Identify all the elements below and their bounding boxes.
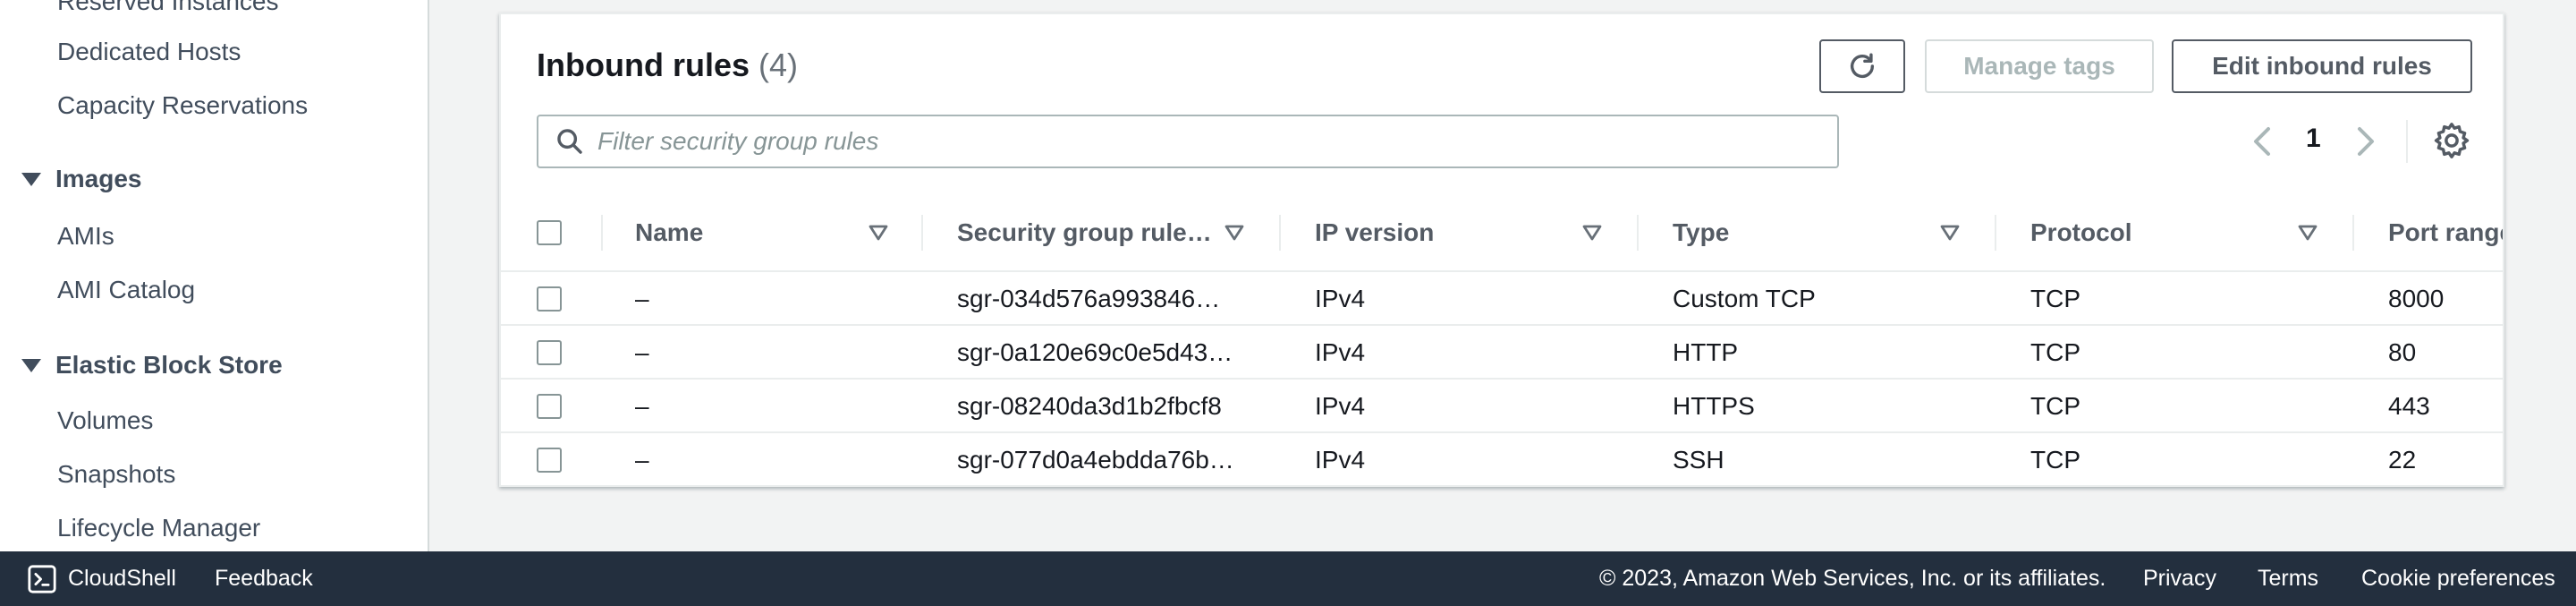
edit-inbound-rules-button[interactable]: Edit inbound rules	[2172, 39, 2472, 93]
gear-icon[interactable]	[2431, 120, 2472, 161]
sidebar-item-capacity-reservations[interactable]: Capacity Reservations	[57, 91, 308, 120]
column-header-type[interactable]: Type	[1673, 193, 1729, 272]
cell-protocol: TCP	[2030, 338, 2080, 366]
cell-protocol: TCP	[2030, 285, 2080, 312]
table-header: Name Security group rule… IP version Typ…	[501, 193, 2503, 272]
cell-ip-version: IPv4	[1315, 446, 1366, 474]
cell-rule-id[interactable]: sgr-034d576a993846…	[957, 272, 1220, 326]
filter-search-field[interactable]: Filter security group rules	[537, 115, 1839, 168]
console-footer: CloudShell Feedback © 2023, Amazon Web S…	[0, 551, 2576, 606]
sort-caret-icon[interactable]	[1939, 222, 1961, 243]
search-icon	[557, 129, 582, 154]
cell-type: SSH	[1673, 446, 1724, 474]
rules-count: (4)	[758, 47, 799, 83]
cell-type: HTTPS	[1673, 392, 1755, 420]
cell-ip-version: IPv4	[1315, 285, 1366, 312]
sidebar-item-lifecycle-manager[interactable]: Lifecycle Manager	[57, 514, 260, 542]
cell-port-range: 443	[2388, 392, 2430, 420]
cell-protocol: TCP	[2030, 446, 2080, 474]
table-row[interactable]: – sgr-077d0a4ebdda76b… IPv4 SSH TCP 22	[501, 433, 2503, 485]
cloudshell-label: CloudShell	[68, 566, 176, 591]
sidebar-section-label: Images	[55, 165, 142, 192]
terms-link[interactable]: Terms	[2258, 551, 2318, 606]
column-header-port-range[interactable]: Port range	[2388, 193, 2503, 272]
cell-ip-version: IPv4	[1315, 392, 1366, 420]
terminal-icon	[28, 564, 56, 593]
sidebar-item-snapshots[interactable]: Snapshots	[57, 460, 175, 489]
select-all-checkbox[interactable]	[537, 220, 562, 245]
sidebar-item-volumes[interactable]: Volumes	[57, 406, 153, 435]
column-divider	[601, 215, 603, 251]
manage-tags-button[interactable]: Manage tags	[1925, 39, 2154, 93]
cell-port-range: 80	[2388, 338, 2417, 366]
column-divider	[1995, 215, 1996, 251]
sidebar-section-images[interactable]: Images	[21, 165, 142, 193]
column-header-security-group-rule[interactable]: Security group rule…	[957, 193, 1212, 272]
cell-rule-id[interactable]: sgr-077d0a4ebdda76b…	[957, 433, 1234, 485]
refresh-button[interactable]	[1819, 39, 1905, 93]
column-header-protocol[interactable]: Protocol	[2030, 193, 2132, 272]
column-divider	[1637, 215, 1639, 251]
sidebar-item-reserved-instances[interactable]: Reserved Instances	[57, 0, 278, 16]
current-page-number[interactable]: 1	[2306, 124, 2321, 154]
panel-title-text: Inbound rules	[537, 47, 750, 83]
column-divider	[921, 215, 923, 251]
column-divider	[1279, 215, 1281, 251]
row-checkbox[interactable]	[537, 394, 562, 419]
chevron-right-icon[interactable]	[2351, 125, 2379, 158]
cell-name: –	[635, 446, 649, 474]
cell-port-range: 22	[2388, 446, 2417, 474]
sidebar-section-label: Elastic Block Store	[55, 351, 283, 379]
sidebar-item-amis[interactable]: AMIs	[57, 222, 114, 251]
column-header-ip-version[interactable]: IP version	[1315, 193, 1434, 272]
caret-down-icon	[21, 172, 41, 186]
sidebar-item-dedicated-hosts[interactable]: Dedicated Hosts	[57, 38, 241, 66]
inbound-rules-panel: Inbound rules (4) Manage tags Edit inbou…	[499, 13, 2504, 487]
cell-protocol: TCP	[2030, 392, 2080, 420]
sort-caret-icon[interactable]	[1581, 222, 1603, 243]
sort-caret-icon[interactable]	[1224, 222, 1245, 243]
chevron-left-icon[interactable]	[2249, 125, 2277, 158]
table-row[interactable]: – sgr-0a120e69c0e5d43… IPv4 HTTP TCP 80	[501, 326, 2503, 380]
sidebar-section-elastic-block-store[interactable]: Elastic Block Store	[21, 351, 283, 380]
row-checkbox[interactable]	[537, 448, 562, 473]
copyright-text: © 2023, Amazon Web Services, Inc. or its…	[1599, 566, 2106, 591]
cell-name: –	[635, 338, 649, 366]
column-header-name[interactable]: Name	[635, 193, 703, 272]
cell-type: HTTP	[1673, 338, 1739, 366]
sort-caret-icon[interactable]	[2297, 222, 2318, 243]
refresh-icon	[1850, 53, 1875, 78]
cell-type: Custom TCP	[1673, 285, 1816, 312]
row-checkbox[interactable]	[537, 286, 562, 312]
sort-caret-icon[interactable]	[868, 222, 889, 243]
sidebar: Reserved Instances Dedicated Hosts Capac…	[0, 0, 429, 551]
cookie-preferences-link[interactable]: Cookie preferences	[2361, 551, 2555, 606]
table-row[interactable]: – sgr-034d576a993846… IPv4 Custom TCP TC…	[501, 272, 2503, 326]
cell-rule-id[interactable]: sgr-08240da3d1b2fbcf8	[957, 380, 1222, 433]
privacy-link[interactable]: Privacy	[2143, 551, 2216, 606]
cell-rule-id[interactable]: sgr-0a120e69c0e5d43…	[957, 326, 1233, 380]
cell-ip-version: IPv4	[1315, 338, 1366, 366]
search-placeholder: Filter security group rules	[597, 127, 879, 155]
cell-name: –	[635, 285, 649, 312]
cloudshell-button[interactable]: CloudShell	[27, 551, 176, 606]
pagination-divider	[2406, 120, 2408, 163]
cell-port-range: 8000	[2388, 285, 2445, 312]
row-checkbox[interactable]	[537, 340, 562, 365]
panel-title: Inbound rules (4)	[537, 47, 798, 84]
sidebar-item-ami-catalog[interactable]: AMI Catalog	[57, 276, 195, 304]
table-row[interactable]: – sgr-08240da3d1b2fbcf8 IPv4 HTTPS TCP 4…	[501, 380, 2503, 433]
column-divider	[2352, 215, 2354, 251]
caret-down-icon	[21, 358, 41, 372]
cell-name: –	[635, 392, 649, 420]
feedback-link[interactable]: Feedback	[215, 551, 313, 606]
